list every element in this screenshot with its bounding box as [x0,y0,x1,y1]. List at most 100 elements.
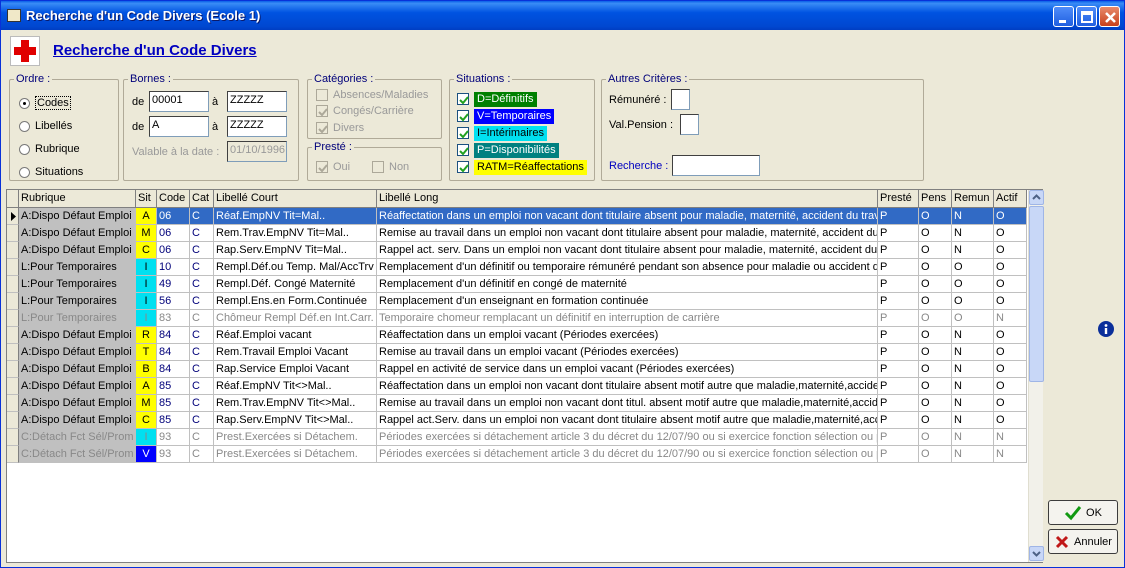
situation-label: D=Définitifs [474,91,537,107]
situation-checkbox-4[interactable]: RATM=Réaffectations [457,159,587,175]
situation-checkbox-0[interactable]: D=Définitifs [457,91,537,107]
column-header-actif[interactable]: Actif [994,190,1027,208]
table-row[interactable]: A:Dispo Défaut Emploi A 06 C Réaf.EmpNV Tit=… [7,208,1027,225]
table-row[interactable]: A:Dispo Défaut Emploi M 85 C Rem.Trav.EmpNV … [7,395,1027,412]
valpension-input[interactable] [680,114,699,135]
table-row[interactable]: C:Détach Fct Sél/Prom V 93 C Prest.Exercées … [7,446,1027,463]
ordre-option-label: Libellés [35,120,73,132]
ordre-option-2[interactable]: Rubrique [19,142,80,156]
ordre-option-0[interactable]: Codes [19,96,71,110]
row-indicator [7,225,19,242]
column-header-preste[interactable]: Presté [878,190,919,208]
cell-sit: I [136,429,157,446]
cell-long: Réaffectation dans un emploi vacant (Pér… [377,327,878,344]
cell-cat: C [190,412,214,429]
categorie-checkbox-0[interactable]: Absences/Maladies [316,88,428,102]
table-row[interactable]: A:Dispo Défaut Emploi C 06 C Rap.Serv.EmpNV … [7,242,1027,259]
cell-remun: N [952,344,994,361]
preste-oui-checkbox[interactable]: Oui [316,160,350,174]
checkbox-box [457,161,469,173]
cell-court: Rempl.Déf. Congé Maternité [214,276,377,293]
cell-sit: I [136,310,157,327]
situation-checkbox-2[interactable]: I=Intérimaires [457,125,547,141]
table-row[interactable]: L:Pour Temporaires I 10 C Rempl.Déf.ou Temp.… [7,259,1027,276]
recherche-label: Recherche : [609,160,669,172]
scroll-down-button[interactable] [1029,546,1044,561]
annuler-button[interactable]: Annuler [1048,529,1118,554]
cell-rubrique: A:Dispo Défaut Emploi [19,344,136,361]
cell-court: Réaf.EmpNV Tit<>Mal.. [214,378,377,395]
column-header-remun[interactable]: Remun [952,190,994,208]
cell-remun: O [952,276,994,293]
cell-preste: P [878,276,919,293]
cell-long: Remplacement d'un définitif ou temporair… [377,259,878,276]
preste-non-checkbox[interactable]: Non [372,160,409,174]
ordre-option-1[interactable]: Libellés [19,119,72,133]
categorie-label: Congés/Carrière [333,105,414,117]
situation-checkbox-1[interactable]: V=Temporaires [457,108,555,124]
column-header-cat[interactable]: Cat [190,190,214,208]
cell-remun: N [952,412,994,429]
info-icon[interactable] [1098,321,1114,337]
ok-button[interactable]: OK [1048,500,1118,525]
libelle-to-input[interactable]: ZZZZZ [227,116,287,137]
cell-actif: O [994,242,1027,259]
cell-code: 93 [157,446,190,463]
column-header-rubrique[interactable]: Rubrique [19,190,136,208]
radio-button [19,166,30,178]
scroll-up-button[interactable] [1029,190,1044,205]
cell-cat: C [190,344,214,361]
table-row[interactable]: A:Dispo Défaut Emploi M 06 C Rem.Trav.EmpNV … [7,225,1027,242]
table-row[interactable]: L:Pour Temporaires I 49 C Rempl.Déf. Congé M… [7,276,1027,293]
cell-court: Rempl.Ens.en Form.Continuée [214,293,377,310]
column-header-long[interactable]: Libellé Long [377,190,878,208]
ordre-option-3[interactable]: Situations [19,165,83,179]
app-window: Recherche d'un Code Divers (Ecole 1) Rec… [0,0,1125,568]
recherche-input[interactable] [672,155,760,176]
cell-court: Rap.Service Emploi Vacant [214,361,377,378]
title-bar[interactable]: Recherche d'un Code Divers (Ecole 1) [1,1,1124,30]
column-header-court[interactable]: Libellé Court [214,190,377,208]
table-row[interactable]: A:Dispo Défaut Emploi A 85 C Réaf.EmpNV Tit<… [7,378,1027,395]
radio-button [19,97,30,109]
table-row[interactable]: A:Dispo Défaut Emploi B 84 C Rap.Service Emp… [7,361,1027,378]
cell-rubrique: A:Dispo Défaut Emploi [19,378,136,395]
cell-preste: P [878,412,919,429]
categorie-checkbox-1[interactable]: Congés/Carrière [316,104,414,118]
ordre-option-label: Codes [35,96,71,110]
remunere-input[interactable] [671,89,690,110]
code-from-input[interactable]: 00001 [149,91,209,112]
minimize-button[interactable] [1053,6,1074,27]
codes-table[interactable]: Rubrique Sit Code Cat Libellé Court Libellé L… [6,189,1044,563]
cell-actif: N [994,310,1027,327]
table-row[interactable]: C:Détach Fct Sél/Prom I 93 C Prest.Exercées … [7,429,1027,446]
close-button[interactable] [1099,6,1120,27]
categorie-checkbox-2[interactable]: Divers [316,121,364,135]
column-header-sit[interactable]: Sit [136,190,157,208]
libelle-from-input[interactable]: A [149,116,209,137]
valable-date-input[interactable]: 01/10/1996 [227,141,287,162]
scroll-thumb[interactable] [1029,206,1044,382]
code-to-input[interactable]: ZZZZZ [227,91,287,112]
table-header: Rubrique Sit Code Cat Libellé Court Libellé L… [7,190,1027,208]
valpension-label: Val.Pension : [609,119,674,131]
column-header-pens[interactable]: Pens [919,190,952,208]
table-row[interactable]: L:Pour Temporaires I 56 C Rempl.Ens.en Form.… [7,293,1027,310]
column-header-code[interactable]: Code [157,190,190,208]
cell-rubrique: C:Détach Fct Sél/Prom [19,429,136,446]
table-row[interactable]: L:Pour Temporaires I 83 C Chômeur Rempl Déf.… [7,310,1027,327]
checkbox-box [457,127,469,139]
situation-checkbox-3[interactable]: P=Disponibilités [457,142,559,158]
table-row[interactable]: A:Dispo Défaut Emploi T 84 C Rem.Travail Emp… [7,344,1027,361]
cell-sit: I [136,293,157,310]
table-row[interactable]: A:Dispo Défaut Emploi R 84 C Réaf.Emploi vac… [7,327,1027,344]
de-label-2: de [132,121,145,133]
cell-pens: O [919,208,952,225]
maximize-button[interactable] [1076,6,1097,27]
autres-legend: Autres Critères : [608,73,688,85]
checkbox-box [316,161,328,173]
cell-long: Remise au travail dans un emploi vacant … [377,344,878,361]
table-row[interactable]: A:Dispo Défaut Emploi C 85 C Rap.Serv.EmpNV … [7,412,1027,429]
situations-legend: Situations : [456,73,511,85]
vertical-scrollbar[interactable] [1028,190,1044,562]
